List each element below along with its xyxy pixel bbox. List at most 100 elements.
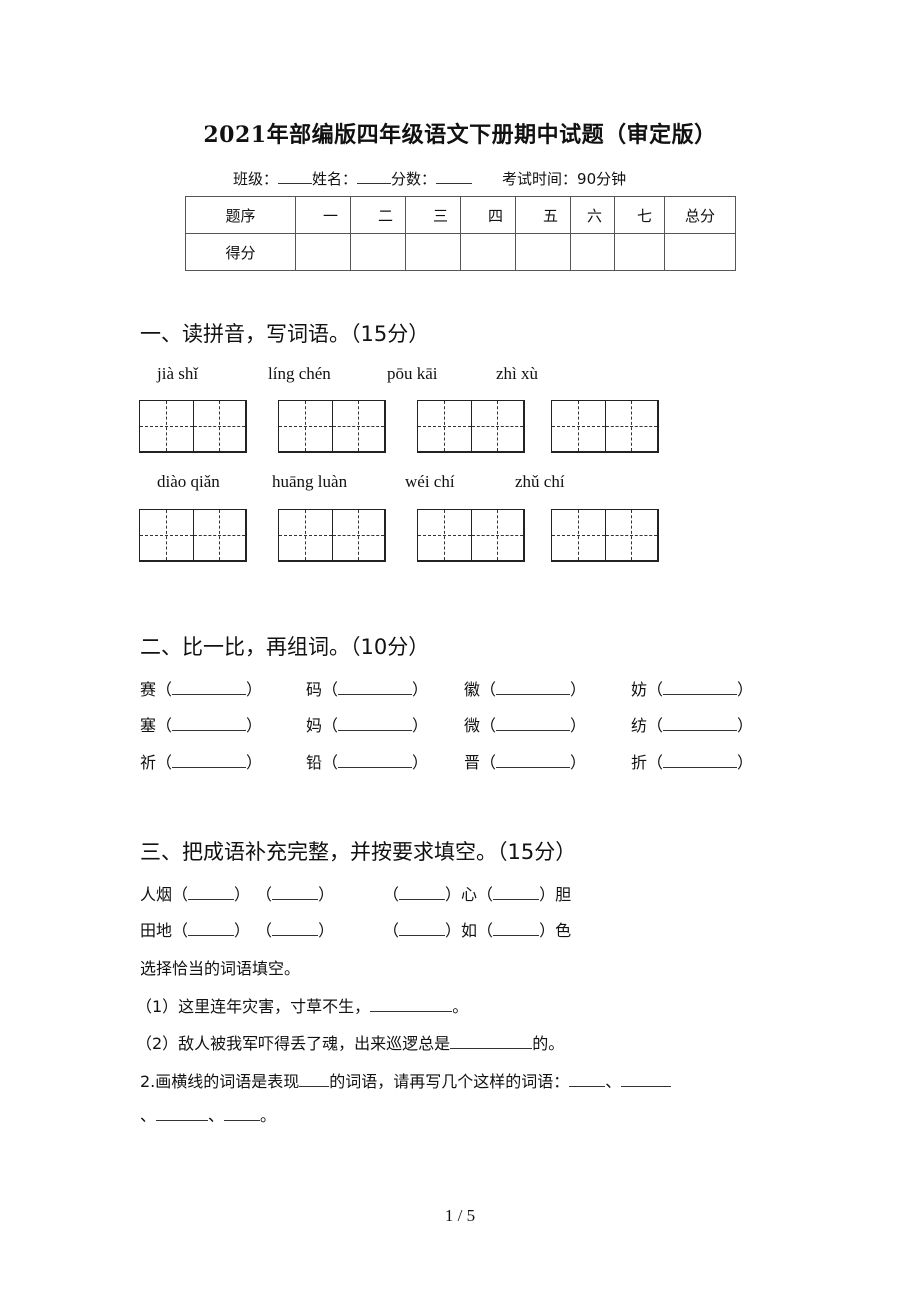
answer-blank[interactable] (338, 753, 413, 768)
open-paren: （ (480, 716, 497, 735)
writing-grid[interactable] (417, 509, 525, 562)
score-field[interactable] (436, 169, 473, 184)
header-cell: 五 (515, 196, 571, 234)
answer-blank[interactable] (172, 716, 247, 731)
answer-blank[interactable] (663, 680, 738, 695)
question-1: （1）这里连年灾害，寸草不生，。 (136, 997, 469, 1016)
compare-word-item: 赛（ ） (140, 676, 262, 700)
header-cell: 一 (295, 196, 351, 234)
name-label: 姓名： (312, 170, 358, 188)
answer-blank[interactable] (569, 1072, 606, 1087)
grid-cell[interactable] (140, 510, 193, 560)
idiom-blank[interactable] (188, 921, 235, 936)
idiom-right-1: （）心（ ）胆 (383, 885, 572, 904)
compare-char: 微 (464, 716, 481, 735)
answer-blank[interactable] (338, 716, 413, 731)
idiom-blank[interactable] (399, 885, 446, 900)
idiom-blank[interactable] (399, 921, 446, 936)
grid-cell[interactable] (140, 401, 193, 451)
score-cell[interactable] (664, 233, 736, 271)
writing-grid[interactable] (278, 400, 386, 453)
answer-blank[interactable] (496, 716, 571, 731)
writing-grid[interactable] (417, 400, 525, 453)
answer-blank[interactable] (338, 680, 413, 695)
grid-cell[interactable] (470, 401, 524, 451)
compare-char: 纺 (631, 716, 648, 735)
open-paren: （ (156, 680, 173, 699)
compare-char: 祈 (140, 753, 157, 772)
grid-cell[interactable] (418, 401, 471, 451)
score-label: 分数： (391, 170, 437, 188)
idiom-right-2: （）如（ ）色 (383, 921, 572, 940)
compare-word-item: 折（ ） (631, 749, 753, 773)
pinyin-label: líng chén (268, 364, 331, 383)
answer-blank[interactable] (370, 997, 453, 1012)
score-cell[interactable] (515, 233, 571, 271)
score-cell[interactable] (460, 233, 516, 271)
compare-char: 铅 (306, 753, 323, 772)
idiom-blank[interactable] (493, 885, 540, 900)
open-paren: （ (156, 716, 173, 735)
grid-cell[interactable] (470, 510, 524, 560)
answer-blank[interactable] (496, 680, 571, 695)
grid-cell[interactable] (192, 401, 246, 451)
idiom-blank[interactable] (188, 885, 235, 900)
idiom-blank[interactable] (272, 921, 319, 936)
answer-blank[interactable] (172, 753, 247, 768)
pinyin-label: zhì xù (496, 364, 539, 383)
question-3-line1: 2.画横线的词语是表现 的词语，请再写几个这样的词语：、 (140, 1068, 672, 1092)
open-paren: （ (647, 716, 664, 735)
compare-word-item: 妨（ ） (631, 676, 753, 700)
score-cell[interactable] (405, 233, 461, 271)
row-label: 得分 (185, 233, 296, 271)
open-paren: （ (647, 680, 664, 699)
score-cell[interactable] (295, 233, 351, 271)
compare-char: 徽 (464, 680, 481, 699)
grid-cell[interactable] (418, 510, 471, 560)
answer-blank[interactable] (621, 1072, 672, 1087)
grid-cell[interactable] (331, 510, 385, 560)
writing-grid[interactable] (551, 509, 659, 562)
answer-blank[interactable] (496, 753, 571, 768)
compare-char: 妈 (306, 716, 323, 735)
grid-cell[interactable] (279, 510, 332, 560)
answer-blank[interactable] (156, 1106, 209, 1121)
writing-grid[interactable] (278, 509, 386, 562)
grid-cell[interactable] (552, 401, 605, 451)
writing-grid[interactable] (139, 400, 247, 453)
pinyin-label: pōu kāi (387, 364, 438, 383)
score-cell[interactable] (350, 233, 406, 271)
grid-cell[interactable] (331, 401, 385, 451)
grid-cell[interactable] (552, 510, 605, 560)
class-field[interactable] (278, 169, 313, 184)
header-cell: 总分 (664, 196, 736, 234)
writing-grid[interactable] (139, 509, 247, 562)
section2-title: 二、比一比，再组词。（10分） (140, 635, 430, 659)
name-field[interactable] (357, 169, 392, 184)
pinyin-label: huāng luàn (272, 472, 348, 491)
close-paren: ） (412, 716, 429, 735)
answer-blank[interactable] (299, 1072, 330, 1087)
answer-blank[interactable] (663, 716, 738, 731)
exam-title: 2021年部编版四年级语文下册期中试题（审定版） (203, 122, 717, 148)
idiom-blank[interactable] (272, 885, 319, 900)
section1-title: 一、读拼音，写词语。（15分） (140, 322, 430, 346)
pinyin-label: diào qiǎn (157, 472, 220, 491)
answer-blank[interactable] (663, 753, 738, 768)
idiom-blank[interactable] (493, 921, 540, 936)
score-cell[interactable] (614, 233, 665, 271)
grid-cell[interactable] (604, 401, 658, 451)
score-table: 题序 一 二 三 四 五 六 七 总分 得分 (185, 196, 736, 271)
close-paren: ） (737, 716, 754, 735)
answer-blank[interactable] (172, 680, 247, 695)
grid-cell[interactable] (279, 401, 332, 451)
compare-char: 塞 (140, 716, 157, 735)
compare-word-item: 码（ ） (306, 676, 428, 700)
grid-cell[interactable] (192, 510, 246, 560)
compare-word-item: 微（ ） (464, 712, 586, 736)
grid-cell[interactable] (604, 510, 658, 560)
score-cell[interactable] (570, 233, 615, 271)
answer-blank[interactable] (450, 1034, 533, 1049)
writing-grid[interactable] (551, 400, 659, 453)
answer-blank[interactable] (224, 1106, 261, 1121)
